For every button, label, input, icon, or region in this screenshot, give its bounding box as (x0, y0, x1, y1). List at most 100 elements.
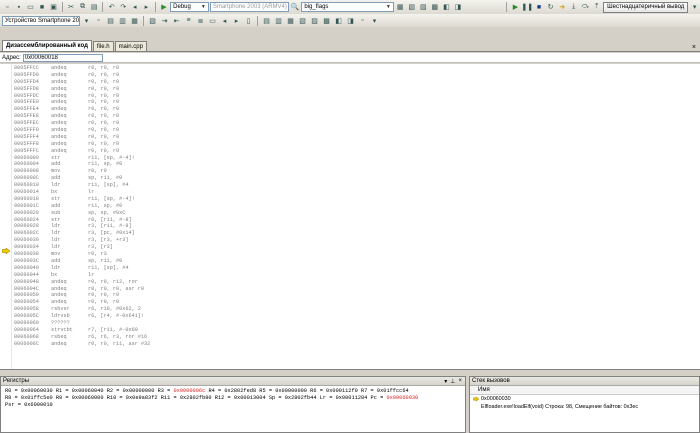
call-stack-row[interactable]: 0x00060030 (470, 395, 699, 403)
close-icon[interactable]: × (692, 44, 696, 51)
find-combo[interactable]: big_flags▼ (301, 2, 393, 12)
continue-icon[interactable]: ▶ (510, 2, 521, 12)
call-stack-row[interactable]: Elfloader.exe!loadElf(void) Строка: 98, … (470, 403, 699, 411)
toolbar-overflow-icon[interactable]: ▾ (369, 16, 380, 26)
disasm-line[interactable]: 0006005Cldrvsbr6, [r4, #-0x641]! (14, 313, 288, 320)
platform-combo[interactable]: Smartphone 2003 (ARMV4)▼ (210, 2, 289, 12)
class-view-icon[interactable]: ◧ (441, 2, 452, 12)
hex-display-button[interactable]: Шестнадцатеричный вывод (603, 2, 688, 13)
disasm-line[interactable]: 00060004addr11, sp, #0 (14, 161, 288, 168)
disasm-line[interactable]: 00060048andeqr0, r0, r12, ror (14, 279, 288, 286)
disasm-line[interactable]: 0005FFFCandeqr0, r0, r0 (14, 148, 288, 155)
solution-config-combo[interactable]: Debug▼ (170, 2, 209, 12)
add-item-icon[interactable]: ▪ (14, 2, 25, 12)
disasm-line[interactable]: 00060038movr0, r3 (14, 251, 288, 258)
disasm-line[interactable]: 00060028ldrr3, [r11, #-8] (14, 223, 288, 230)
call-stack-column-header[interactable]: Имя (470, 386, 699, 395)
open-file-icon[interactable]: ▭ (25, 2, 36, 12)
threads-window-icon[interactable]: ▩ (321, 16, 332, 26)
connect-device-icon[interactable]: ▫ (93, 16, 104, 26)
break-all-icon[interactable]: ❚❚ (522, 2, 533, 12)
tab-file-h[interactable]: file.h (93, 41, 114, 51)
device-options-icon[interactable]: ▾ (81, 16, 92, 26)
address-input[interactable] (23, 54, 103, 62)
disasm-line[interactable]: 00060020subsp, sp, #0xC (14, 210, 288, 217)
disasm-line[interactable]: 00060010ldrr11, [sp], #4 (14, 182, 288, 189)
breakpoints-window-icon[interactable]: ▾ (689, 2, 700, 12)
memory-window-icon[interactable]: ▤ (261, 16, 272, 26)
disasm-line[interactable]: 0006002Cldrr3, [pc, #0x14] (14, 230, 288, 237)
new-project-icon[interactable]: ▫ (2, 2, 13, 12)
disasm-line[interactable]: 0005FFE8andeqr0, r0, r0 (14, 113, 288, 120)
step-out-icon[interactable]: ⤒ (592, 2, 603, 12)
bookmark-icon[interactable]: ▭ (207, 16, 218, 26)
solution-explorer-icon[interactable]: ▦ (395, 2, 406, 12)
find-in-files-icon[interactable]: 🔍 (290, 2, 301, 12)
disasm-line[interactable]: 00060014bxlr (14, 189, 288, 196)
copy-icon[interactable]: ⧉ (77, 2, 88, 12)
disasm-line[interactable]: 00060030ldrr3, [r3, +r3] (14, 237, 288, 244)
disasm-line[interactable]: 00060018strr11, [sp, #-4]! (14, 196, 288, 203)
toolbox-icon[interactable]: ▩ (430, 2, 441, 12)
registers-window-icon[interactable]: ▥ (273, 16, 284, 26)
disasm-line[interactable]: 0005FFD0andeqr0, r0, r0 (14, 72, 288, 79)
registers-values[interactable]: R0 = 0x00060030 R1 = 0x00060040 R2 = 0x0… (1, 386, 465, 408)
prev-bookmark-icon[interactable]: ◂ (219, 16, 230, 26)
restart-icon[interactable]: ↻ (545, 2, 556, 12)
outdent-icon[interactable]: ⇤ (171, 16, 182, 26)
properties-icon[interactable]: ▧ (406, 2, 417, 12)
disasm-line[interactable]: 0005FFF8andeqr0, r0, r0 (14, 141, 288, 148)
stop-debug-icon[interactable]: ■ (534, 2, 545, 12)
tab-main-cpp[interactable]: main.cpp (115, 41, 147, 51)
disasm-line[interactable]: 0005FFD8andeqr0, r0, r0 (14, 86, 288, 93)
disassembly-view[interactable]: 0005FFCCandeqr0, r0, r00005FFD0andeqr0, … (0, 64, 700, 370)
locals-window-icon[interactable]: ▧ (297, 16, 308, 26)
disasm-line[interactable]: 0005FFECandeqr0, r0, r0 (14, 120, 288, 127)
target-device-combo[interactable]: Устройство Smartphone 2003▼ (2, 16, 80, 26)
disasm-line[interactable]: 00060064strvcbtr7, [r11, #-0x69 (14, 327, 288, 334)
save-icon[interactable]: ■ (37, 2, 48, 12)
undo-icon[interactable]: ↶ (106, 2, 117, 12)
disasm-line[interactable]: 0005FFCCandeqr0, r0, r0 (14, 65, 288, 72)
disasm-line[interactable]: 00060034ldrr3, [r3] (14, 244, 288, 251)
disasm-line[interactable]: 0006000Caddsp, r11, #0 (14, 175, 288, 182)
watch-window-icon[interactable]: ▦ (285, 16, 296, 26)
disasm-line[interactable]: 00060024strr0, [r11, #-8] (14, 217, 288, 224)
device-manager-icon[interactable]: ▥ (117, 16, 128, 26)
disasm-line[interactable]: 0005FFDCandeqr0, r0, r0 (14, 93, 288, 100)
tab-disassembly[interactable]: Дизассемблированный код (2, 40, 92, 51)
disasm-line[interactable]: 00060068rsbeqr6, r6, r3, ror #16 (14, 334, 288, 341)
disasm-line[interactable]: 00060040ldrr11, [sp], #4 (14, 265, 288, 272)
disasm-line[interactable]: 0005FFF0andeqr0, r0, r0 (14, 127, 288, 134)
disasm-line[interactable]: 0006006Candeqr0, r0, r11, asr #32 (14, 341, 288, 348)
disasm-line[interactable]: 00060060?????? (14, 320, 288, 327)
disasm-line[interactable]: 00060044bxlr (14, 272, 288, 279)
close-icon[interactable]: × (458, 378, 462, 385)
indent-icon[interactable]: ⇥ (159, 16, 170, 26)
disasm-line[interactable]: 00060008movr0, r0 (14, 168, 288, 175)
step-over-icon[interactable]: ⤼ (580, 2, 591, 12)
navigate-back-icon[interactable]: ◂ (130, 2, 141, 12)
disasm-line[interactable]: 0005FFF4andeqr0, r0, r0 (14, 134, 288, 141)
uncomment-icon[interactable]: ≣ (195, 16, 206, 26)
text-editor-icon[interactable]: ▧ (147, 16, 158, 26)
redo-icon[interactable]: ↷ (118, 2, 129, 12)
pin-icon[interactable]: ⊥ (450, 378, 455, 385)
breakpoint-gutter[interactable] (0, 64, 12, 370)
next-bookmark-icon[interactable]: ▸ (231, 16, 242, 26)
comment-icon[interactable]: ≡ (183, 16, 194, 26)
paste-icon[interactable]: ▤ (89, 2, 100, 12)
disasm-line[interactable]: 00060050andeqr0, r0, r0 (14, 292, 288, 299)
step-into-icon[interactable]: ⤓ (568, 2, 579, 12)
dropdown-icon[interactable]: ▾ (444, 378, 447, 385)
disasm-line[interactable]: 00060054andeqr0, r0, r0 (14, 299, 288, 306)
navigate-forward-icon[interactable]: ▸ (141, 2, 152, 12)
disasm-line[interactable]: 0005FFE4andeqr0, r0, r0 (14, 106, 288, 113)
clear-bookmarks-icon[interactable]: ▯ (243, 16, 254, 26)
disasm-line[interactable]: 00060000strr11, [sp, #-4]! (14, 155, 288, 162)
cut-icon[interactable]: ✂ (66, 2, 77, 12)
disasm-line[interactable]: 0005FFD4andeqr0, r0, r0 (14, 79, 288, 86)
disasm-line[interactable]: 0006004Candeqr0, r0, r0, asr r0 (14, 286, 288, 293)
emulator-icon[interactable]: ▦ (129, 16, 140, 26)
modules-window-icon[interactable]: ◧ (333, 16, 344, 26)
